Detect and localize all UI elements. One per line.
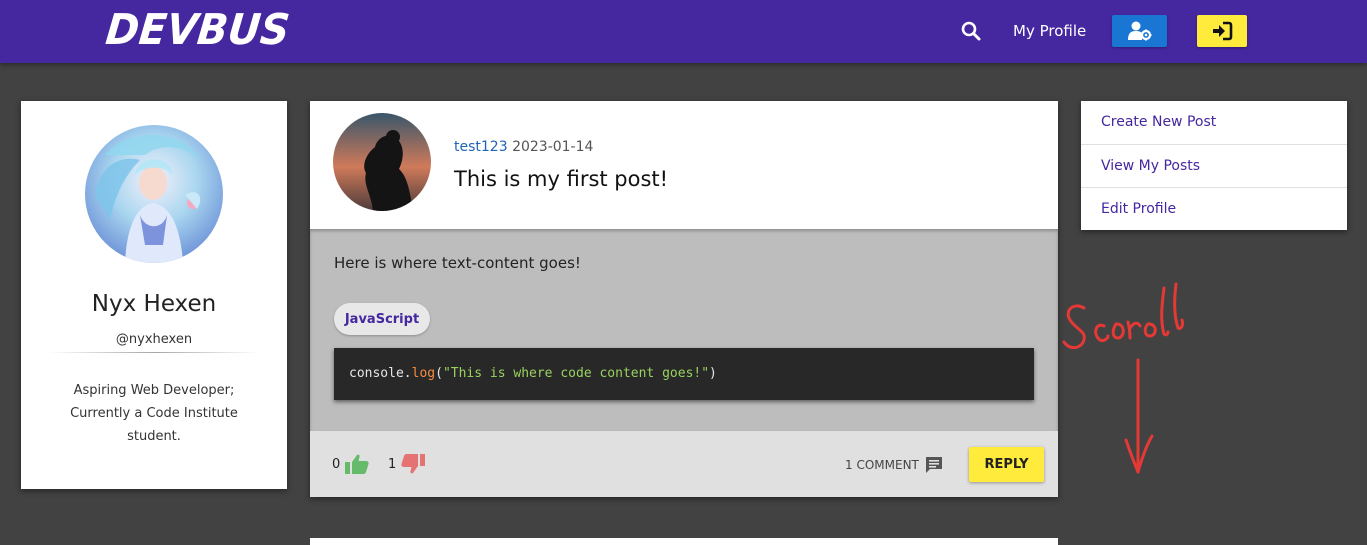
code-string: "This is where code content goes!"	[442, 366, 710, 381]
post-title[interactable]: This is my first post!	[454, 167, 668, 191]
scroll-annotation	[1062, 282, 1184, 474]
dislike-count: 1	[388, 456, 397, 472]
post-author-avatar[interactable]	[333, 113, 431, 211]
edit-profile-link[interactable]: Edit Profile	[1081, 187, 1347, 230]
code-block: console.log("This is where code content …	[334, 348, 1034, 400]
language-tag-chip[interactable]: JavaScript	[334, 303, 430, 335]
code-object: console.	[349, 366, 412, 381]
profile-divider	[48, 352, 260, 353]
profile-bio: Aspiring Web Developer; Currently a Code…	[70, 383, 238, 444]
create-new-post-link[interactable]: Create New Post	[1081, 101, 1347, 144]
reply-button[interactable]: REPLY	[969, 447, 1044, 482]
thumbs-down-icon[interactable]	[400, 453, 426, 475]
profile-settings-button[interactable]	[1112, 15, 1167, 47]
post-author-link[interactable]: test123	[454, 139, 508, 155]
comment-icon	[925, 457, 942, 473]
dislike-control[interactable]: 1	[388, 453, 426, 475]
profile-name: Nyx Hexen	[91, 291, 217, 317]
search-icon[interactable]	[959, 19, 983, 43]
post-card: test123 2023-01-14 This is my first post…	[310, 101, 1058, 497]
profile-menu: Create New Post View My Posts Edit Profi…	[1081, 101, 1347, 230]
like-control[interactable]: 0	[332, 453, 370, 475]
post-body: Here is where text-content goes! JavaScr…	[310, 229, 1058, 431]
sign-in-icon	[1213, 21, 1233, 41]
my-profile-link[interactable]: My Profile	[1013, 21, 1086, 41]
post-date: 2023-01-14	[512, 139, 594, 155]
code-method: log	[411, 366, 436, 381]
post-footer: 0 1 1 COMMENT REPLY	[310, 431, 1058, 497]
comment-count: 1 COMMENT	[845, 457, 919, 472]
code-open-paren: (	[435, 366, 443, 381]
thumbs-up-icon[interactable]	[344, 453, 370, 475]
user-cog-icon	[1127, 21, 1151, 41]
post-meta: test123 2023-01-14	[454, 138, 593, 156]
sign-in-button[interactable]	[1197, 15, 1247, 47]
comments-link[interactable]: 1 COMMENT	[845, 456, 943, 473]
view-my-posts-link[interactable]: View My Posts	[1081, 144, 1347, 187]
code-close-paren: )	[709, 366, 717, 381]
post-text: Here is where text-content goes!	[334, 254, 581, 272]
like-count: 0	[332, 456, 341, 472]
top-navbar: DEVBUS My Profile	[0, 0, 1367, 63]
profile-handle: @nyxhexen	[115, 332, 193, 347]
site-logo[interactable]: DEVBUS	[103, 6, 291, 55]
next-post-card-edge	[310, 538, 1058, 545]
scroll-annotation-handwriting	[1062, 304, 1086, 350]
post-header: test123 2023-01-14 This is my first post…	[310, 101, 1058, 229]
profile-avatar	[85, 125, 223, 263]
profile-card: Nyx Hexen @nyxhexen Aspiring Web Develop…	[21, 101, 287, 489]
